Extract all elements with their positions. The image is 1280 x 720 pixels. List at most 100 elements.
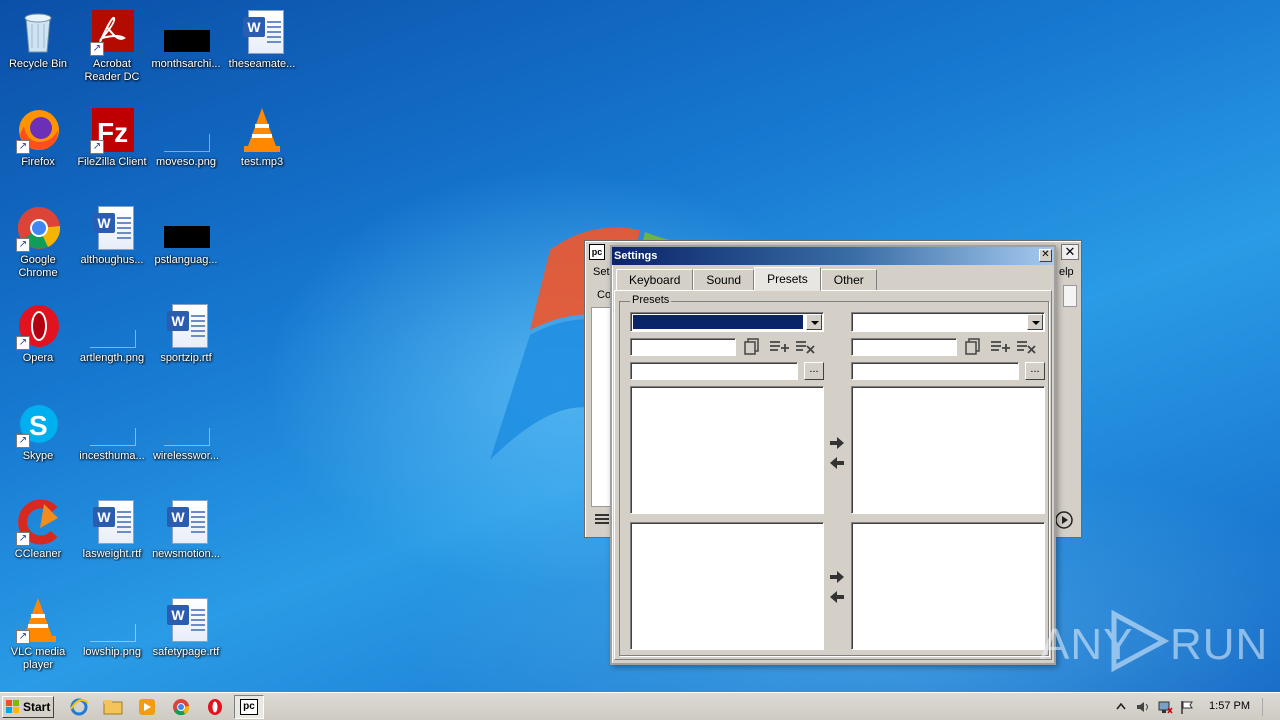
arrow-right-icon[interactable] bbox=[829, 570, 845, 584]
right-preset-list-top[interactable] bbox=[851, 386, 1045, 514]
desktop-icon-label: incesthuma... bbox=[79, 450, 145, 462]
filezilla-icon: Fz ↗ bbox=[88, 106, 136, 154]
desktop-icon-incesthuma[interactable]: incesthuma... bbox=[74, 396, 150, 490]
desktop-icon-pstlanguag[interactable]: pstlanguag... bbox=[148, 200, 224, 294]
arrow-left-icon[interactable] bbox=[829, 456, 845, 470]
desktop-icon-vlc[interactable]: ↗ VLC media player bbox=[0, 592, 76, 686]
desktop-icon-label: Opera bbox=[22, 352, 54, 364]
right-preset-path-field[interactable] bbox=[851, 362, 1019, 380]
action-center-flag-icon[interactable] bbox=[1179, 699, 1195, 715]
desktop-icon-skype[interactable]: S ↗ Skype bbox=[0, 396, 76, 490]
word-document-icon: W bbox=[88, 498, 136, 546]
tab-sound[interactable]: Sound bbox=[693, 269, 755, 291]
desktop-icon-recycle-bin[interactable]: Recycle Bin bbox=[0, 4, 76, 98]
arrow-left-icon[interactable] bbox=[829, 590, 845, 604]
right-preset-name-field[interactable] bbox=[851, 338, 957, 356]
desktop-icon-label: Recycle Bin bbox=[8, 58, 68, 70]
left-browse-button[interactable]: ... bbox=[804, 362, 824, 380]
show-desktop-button[interactable] bbox=[1262, 698, 1278, 716]
ie-icon[interactable] bbox=[68, 697, 90, 717]
explorer-icon[interactable] bbox=[102, 697, 124, 717]
desktop-icon-label: Acrobat Reader DC bbox=[84, 58, 140, 83]
app-pc-icon: pc bbox=[589, 244, 605, 260]
shortcut-arrow-icon: ↗ bbox=[16, 140, 30, 154]
play-circle-icon[interactable] bbox=[1055, 511, 1073, 529]
scrollbar-thumb[interactable] bbox=[1063, 285, 1077, 307]
desktop-icon-safetypage[interactable]: W safetypage.rtf bbox=[148, 592, 224, 686]
row-fragment: Co bbox=[597, 289, 612, 301]
ccleaner-icon: ↗ bbox=[14, 498, 62, 546]
network-icon[interactable] bbox=[1157, 699, 1173, 715]
add-to-list-icon[interactable] bbox=[989, 337, 1011, 357]
desktop-icon-theseamate[interactable]: W theseamate... bbox=[224, 4, 300, 98]
taskbar-clock[interactable]: 1:57 PM bbox=[1209, 700, 1250, 712]
watermark-text: RUN bbox=[1170, 620, 1269, 669]
desktop-icon-opera[interactable]: ↗ Opera bbox=[0, 298, 76, 392]
word-document-icon: W bbox=[162, 302, 210, 350]
chrome-icon[interactable] bbox=[170, 697, 192, 717]
desktop-icon-label: CCleaner bbox=[14, 548, 62, 560]
desktop-icon-monthsarchi[interactable]: monthsarchi... bbox=[148, 4, 224, 98]
desktop-icon-lasweight[interactable]: W lasweight.rtf bbox=[74, 494, 150, 588]
left-preset-dropdown[interactable] bbox=[630, 312, 824, 332]
right-browse-button[interactable]: ... bbox=[1025, 362, 1045, 380]
taskbar: Start pc 1:57 PM bbox=[0, 692, 1280, 720]
delete-from-list-icon[interactable] bbox=[794, 337, 816, 357]
desktop-icon-wirelesswor[interactable]: wirelesswor... bbox=[148, 396, 224, 490]
start-button[interactable]: Start bbox=[2, 696, 54, 718]
recycle-bin-icon bbox=[14, 8, 62, 56]
desktop-icon-label: artlength.png bbox=[79, 352, 145, 364]
menu-fragment[interactable]: Set bbox=[593, 266, 610, 278]
menu-lines-icon[interactable] bbox=[595, 513, 609, 525]
desktop-icon-label: test.mp3 bbox=[240, 156, 284, 168]
opera-icon[interactable] bbox=[204, 697, 226, 717]
shortcut-arrow-icon: ↗ bbox=[16, 238, 30, 252]
right-preset-selected bbox=[854, 315, 1024, 329]
help-menu-fragment[interactable]: elp bbox=[1059, 266, 1074, 278]
desktop-icon-firefox[interactable]: ↗ Firefox bbox=[0, 102, 76, 196]
left-preset-list-top[interactable] bbox=[630, 386, 824, 514]
desktop-icon-ccleaner[interactable]: ↗ CCleaner bbox=[0, 494, 76, 588]
left-preset-list-bottom[interactable] bbox=[630, 522, 824, 650]
desktop-icon-label: lasweight.rtf bbox=[82, 548, 142, 560]
media-player-icon[interactable] bbox=[136, 697, 158, 717]
volume-icon[interactable] bbox=[1135, 699, 1151, 715]
desktop-icon-acrobat[interactable]: ↗ Acrobat Reader DC bbox=[74, 4, 150, 98]
left-preset-name-field[interactable] bbox=[630, 338, 736, 356]
add-to-list-icon[interactable] bbox=[768, 337, 790, 357]
desktop-icon-newsmotion[interactable]: W newsmotion... bbox=[148, 494, 224, 588]
desktop-icon-artlength[interactable]: artlength.png bbox=[74, 298, 150, 392]
right-preset-dropdown[interactable] bbox=[851, 312, 1045, 332]
dialog-titlebar[interactable]: Settings ✕ bbox=[612, 247, 1054, 265]
desktop-icon-test-mp3[interactable]: test.mp3 bbox=[224, 102, 300, 196]
desktop-icon-label: newsmotion... bbox=[152, 548, 220, 560]
copy-icon[interactable] bbox=[742, 337, 764, 357]
chevron-up-icon[interactable] bbox=[1113, 699, 1129, 715]
tab-other[interactable]: Other bbox=[820, 269, 877, 291]
desktop-icon-label: moveso.png bbox=[156, 156, 216, 168]
desktop-icon-sportzip[interactable]: W sportzip.rtf bbox=[148, 298, 224, 392]
desktop-icon-lowship[interactable]: lowship.png bbox=[74, 592, 150, 686]
delete-from-list-icon[interactable] bbox=[1015, 337, 1037, 357]
desktop-icon-chrome[interactable]: ↗ Google Chrome bbox=[0, 200, 76, 294]
app-pc-icon: pc bbox=[240, 699, 258, 715]
copy-icon[interactable] bbox=[963, 337, 985, 357]
tab-keyboard[interactable]: Keyboard bbox=[616, 269, 694, 291]
desktop-icon-filezilla[interactable]: Fz ↗ FileZilla Client bbox=[74, 102, 150, 196]
settings-dialog[interactable]: Settings ✕ Keyboard Sound Presets Other … bbox=[610, 245, 1056, 665]
image-file-icon bbox=[162, 400, 210, 448]
left-preset-path-field[interactable] bbox=[630, 362, 798, 380]
desktop-icon-label: sportzip.rtf bbox=[160, 352, 212, 364]
chevron-down-icon[interactable] bbox=[1027, 314, 1043, 330]
desktop-icon-althoughus[interactable]: W althoughus... bbox=[74, 200, 150, 294]
image-file-icon bbox=[162, 204, 210, 252]
skype-icon: S ↗ bbox=[14, 400, 62, 448]
close-icon[interactable]: ✕ bbox=[1039, 249, 1052, 262]
desktop-icon-moveso[interactable]: moveso.png bbox=[148, 102, 224, 196]
arrow-right-icon[interactable] bbox=[829, 436, 845, 450]
right-preset-list-bottom[interactable] bbox=[851, 522, 1045, 650]
taskbar-app-pc-button[interactable]: pc bbox=[234, 695, 264, 719]
chevron-down-icon[interactable] bbox=[806, 314, 822, 330]
close-icon[interactable]: ✕ bbox=[1061, 244, 1079, 260]
tab-presets[interactable]: Presets bbox=[754, 267, 821, 291]
